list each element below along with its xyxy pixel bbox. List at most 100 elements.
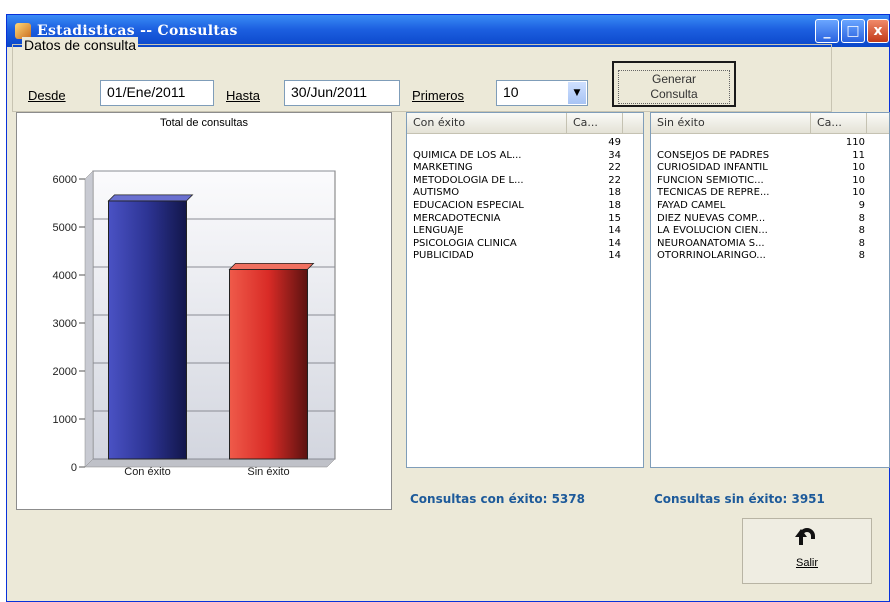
query-group-label: Datos de consulta	[22, 37, 139, 53]
success-row-name: PUBLICIDAD	[413, 250, 474, 262]
failure-row-name: OTORRINOLARINGO...	[657, 250, 766, 262]
success-row-name: MERCADOTECNIA	[413, 212, 501, 224]
failure-list-row[interactable]: DIEZ NUEVAS COMP... 8	[651, 213, 889, 225]
title-bar[interactable]: Estadisticas -- Consultas _ □ x	[7, 15, 889, 47]
failure-row-count: 9	[858, 200, 865, 211]
failure-col-count[interactable]: Ca...	[811, 113, 867, 133]
success-list-header: Con éxito Ca...	[407, 113, 643, 134]
failure-row-name: FUNCION SEMIOTIC...	[657, 174, 764, 186]
success-list-row[interactable]: 49	[407, 137, 643, 149]
bar-chart: 0 1000 2000 3000 4000 5000 6000 Con éxito Sin éx…	[53, 170, 336, 478]
generate-query-label-line2: Consulta	[650, 87, 698, 101]
failure-list-row[interactable]: TECNICAS DE REPRE... 10	[651, 187, 889, 199]
failure-row-count: 8	[858, 212, 865, 224]
success-list-row[interactable]: MARKETING 22	[407, 162, 643, 174]
primeros-select[interactable]: 10 ▼	[496, 80, 588, 106]
bar-1	[229, 268, 308, 460]
success-list-row[interactable]: LENGUAJE 14	[407, 225, 643, 237]
failure-list-row[interactable]: OTORRINOLARINGO... 8	[651, 250, 889, 262]
failure-list-header: Sin éxito Ca...	[651, 113, 889, 134]
success-row-count: 18	[608, 200, 621, 211]
chart-floor	[84, 458, 336, 468]
y-tick-label: 3000	[53, 318, 77, 330]
hasta-field[interactable]: 30/Jun/2011	[284, 80, 400, 106]
failure-col-name[interactable]: Sin éxito	[651, 113, 811, 133]
failure-summary: Consultas sin éxito: 3951	[654, 492, 825, 506]
success-row-count: 22	[608, 174, 621, 186]
success-row-count: 22	[608, 162, 621, 174]
success-row-name: MARKETING	[413, 162, 473, 174]
failure-row-name: FAYAD CAMEL	[657, 200, 726, 211]
desde-label: Desde	[28, 88, 66, 103]
success-row-name: METODOLOGÍA DE L...	[413, 174, 524, 186]
failure-list-row[interactable]: 110	[651, 137, 889, 149]
success-col-count[interactable]: Ca...	[567, 113, 623, 133]
y-tick-label: 4000	[53, 270, 77, 282]
success-list-row[interactable]: EDUCACION ESPECIAL 18	[407, 200, 643, 212]
success-summary: Consultas con éxito: 5378	[410, 492, 585, 506]
maximize-button[interactable]: □	[841, 19, 865, 43]
success-row-name: AUTISMO	[413, 187, 460, 199]
success-list-row[interactable]: METODOLOGÍA DE L... 22	[407, 175, 643, 187]
generate-query-label-line1: Generar	[651, 72, 697, 86]
generate-query-button[interactable]: Generar Consulta	[612, 61, 736, 107]
bar-0	[108, 200, 187, 460]
minimize-button[interactable]: _	[815, 19, 839, 43]
failure-row-name: TECNICAS DE REPRE...	[657, 187, 770, 199]
success-row-count: 14	[608, 237, 621, 249]
success-col-name[interactable]: Con éxito	[407, 113, 567, 133]
return-arrow-icon	[795, 528, 815, 545]
x-tick-label: Con éxito	[124, 466, 170, 478]
failure-list-row[interactable]: CURIOSIDAD INFANTIL 10	[651, 162, 889, 174]
success-row-count: 34	[608, 149, 621, 161]
failure-row-count: 8	[858, 250, 865, 262]
success-list-row[interactable]: MERCADOTECNIA 15	[407, 213, 643, 225]
x-tick-label: Sin éxito	[247, 466, 289, 478]
success-row-name: EDUCACION ESPECIAL	[413, 200, 524, 211]
bar-top-1	[228, 262, 315, 270]
failure-list[interactable]: Sin éxito Ca... 110 CONSEJOS DE PADRES 11 C…	[650, 112, 890, 468]
y-tick-label: 1000	[53, 414, 77, 426]
y-tick-label: 0	[71, 462, 77, 474]
desde-field[interactable]: 01/Ene/2011	[100, 80, 214, 106]
y-tick-label: 6000	[53, 174, 77, 186]
y-tick-label: 5000	[53, 222, 77, 234]
success-list-row[interactable]: QUIMICA DE LOS AL... 34	[407, 150, 643, 162]
success-list-row[interactable]: PSICOLOGIA CLINICA 14	[407, 238, 643, 250]
success-row-count: 18	[608, 187, 621, 199]
chevron-down-icon[interactable]: ▼	[568, 82, 586, 104]
hasta-label: Hasta	[226, 88, 260, 103]
failure-row-count: 110	[845, 137, 865, 148]
failure-list-row[interactable]: LA EVOLUCION CIEN... 8	[651, 225, 889, 237]
failure-list-row[interactable]: FUNCION SEMIOTIC... 10	[651, 175, 889, 187]
success-row-count: 14	[608, 250, 621, 262]
success-list-row[interactable]: AUTISMO 18	[407, 187, 643, 199]
failure-list-row[interactable]: CONSEJOS DE PADRES 11	[651, 150, 889, 162]
primeros-label: Primeros	[412, 88, 465, 103]
failure-row-name: LA EVOLUCION CIEN...	[657, 225, 768, 237]
primeros-value: 10	[503, 84, 519, 100]
success-row-name: LENGUAJE	[413, 225, 464, 237]
bar-top-0	[107, 194, 194, 202]
failure-row-count: 10	[852, 187, 865, 199]
success-list[interactable]: Con éxito Ca... 49 QUIMICA DE LOS AL... 34…	[406, 112, 644, 468]
close-button[interactable]: x	[867, 19, 889, 43]
failure-row-name: CONSEJOS DE PADRES	[657, 149, 770, 161]
failure-list-row[interactable]: NEUROANATOMIA S... 8	[651, 238, 889, 250]
failure-row-count: 11	[852, 149, 865, 161]
success-row-count: 49	[608, 137, 621, 148]
failure-row-count: 8	[858, 237, 865, 249]
y-tick-label: 2000	[53, 366, 77, 378]
failure-row-name: DIEZ NUEVAS COMP...	[657, 212, 766, 224]
success-row-count: 14	[608, 225, 621, 237]
exit-label: Salir	[795, 557, 818, 569]
chart-side-wall	[84, 170, 94, 468]
chart-panel: Total de consultas 0 1000 2000 3000 4000 5000…	[16, 112, 392, 510]
failure-row-count: 10	[852, 174, 865, 186]
exit-button[interactable]: Salir	[742, 518, 872, 584]
failure-row-name: CURIOSIDAD INFANTIL	[657, 162, 768, 174]
success-row-name: PSICOLOGIA CLINICA	[413, 237, 517, 249]
success-list-row[interactable]: PUBLICIDAD 14	[407, 250, 643, 262]
failure-row-name: NEUROANATOMIA S...	[657, 237, 765, 249]
failure-list-row[interactable]: FAYAD CAMEL 9	[651, 200, 889, 212]
